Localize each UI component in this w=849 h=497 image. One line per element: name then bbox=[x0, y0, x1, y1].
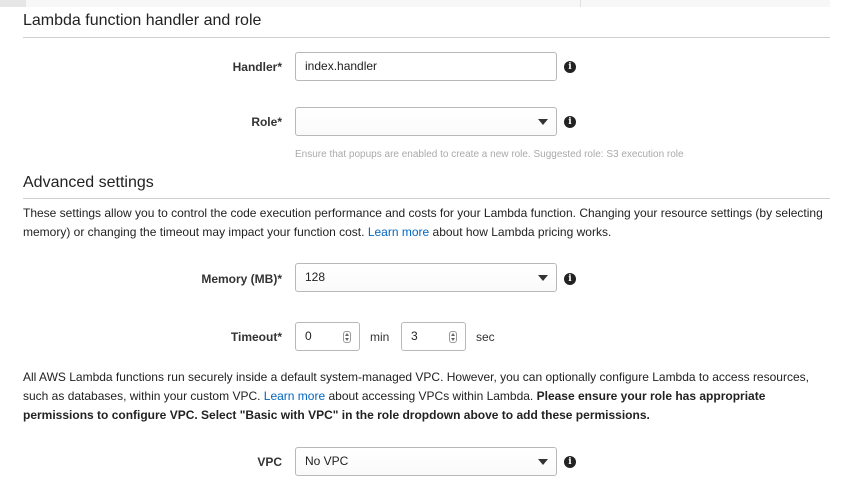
handler-input[interactable]: index.handler bbox=[295, 52, 557, 81]
timeout-min-value: 0 bbox=[305, 329, 312, 343]
info-icon[interactable]: i bbox=[564, 273, 576, 285]
info-icon[interactable]: i bbox=[564, 116, 576, 128]
timeout-min-unit: min bbox=[370, 330, 390, 344]
learn-more-vpc-link[interactable]: Learn more bbox=[264, 389, 325, 403]
chevron-down-icon bbox=[538, 275, 548, 281]
vpc-select[interactable]: No VPC bbox=[295, 447, 557, 476]
section-title-advanced: Advanced settings bbox=[23, 174, 154, 191]
stepper-icon[interactable] bbox=[343, 331, 351, 343]
role-hint: Ensure that popups are enabled to create… bbox=[295, 149, 684, 160]
vpc-description-mid: about accessing VPCs within Lambda. bbox=[325, 389, 537, 403]
section-divider bbox=[23, 37, 830, 38]
role-select[interactable] bbox=[295, 107, 557, 136]
role-label: Role* bbox=[251, 115, 282, 129]
memory-label: Memory (MB)* bbox=[201, 272, 282, 286]
top-panel-middle bbox=[26, 0, 581, 7]
top-panel-strip bbox=[0, 0, 830, 7]
learn-more-pricing-link[interactable]: Learn more bbox=[368, 225, 429, 239]
handler-label: Handler* bbox=[232, 60, 282, 74]
timeout-sec-value: 3 bbox=[411, 329, 418, 343]
stepper-icon[interactable] bbox=[449, 331, 457, 343]
memory-select[interactable]: 128 bbox=[295, 263, 557, 292]
section-title-handler-role: Lambda function handler and role bbox=[23, 12, 262, 29]
vpc-label: VPC bbox=[257, 455, 282, 469]
timeout-sec-stepper[interactable]: 3 bbox=[401, 322, 466, 351]
top-panel-left bbox=[0, 0, 26, 7]
advanced-description: These settings allow you to control the … bbox=[23, 204, 823, 242]
top-panel-right bbox=[581, 0, 830, 7]
vpc-select-value: No VPC bbox=[305, 454, 349, 468]
vpc-description: All AWS Lambda functions run securely in… bbox=[23, 368, 823, 425]
section-divider bbox=[23, 198, 830, 199]
timeout-min-stepper[interactable]: 0 bbox=[295, 322, 360, 351]
advanced-description-tail: about how Lambda pricing works. bbox=[429, 225, 612, 239]
timeout-sec-unit: sec bbox=[476, 330, 495, 344]
memory-select-value: 128 bbox=[305, 270, 326, 284]
chevron-down-icon bbox=[538, 119, 548, 125]
info-icon[interactable]: i bbox=[564, 61, 576, 73]
chevron-down-icon bbox=[538, 459, 548, 465]
timeout-label: Timeout* bbox=[230, 330, 282, 344]
info-icon[interactable]: i bbox=[564, 456, 576, 468]
